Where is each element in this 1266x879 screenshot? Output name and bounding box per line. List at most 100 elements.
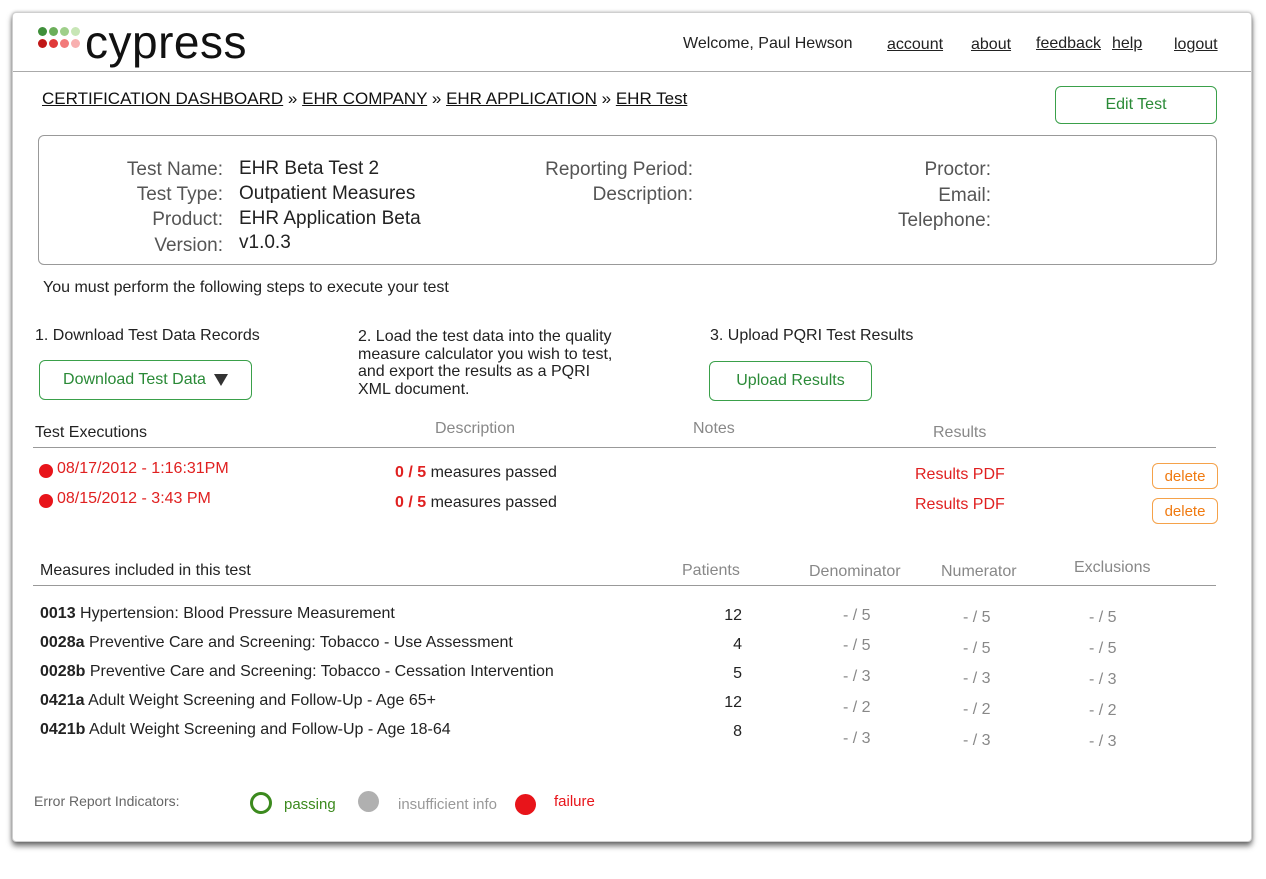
execution-date[interactable]: 08/17/2012 - 1:16:31PM <box>57 460 229 478</box>
breadcrumb-separator: » <box>601 89 612 108</box>
numerator-value: - / 5 <box>963 609 991 626</box>
logout-link[interactable]: logout <box>1174 36 1218 53</box>
denominator-column-header: Denominator <box>809 563 901 580</box>
failure-indicator-icon <box>515 794 536 815</box>
results-pdf-link[interactable]: Results PDF <box>915 496 1005 514</box>
exclusions-value: - / 3 <box>1089 671 1117 688</box>
description-label: Description: <box>592 184 693 205</box>
patients-column-header: Patients <box>682 562 740 579</box>
legend-label: Error Report Indicators: <box>34 793 180 809</box>
step1-text: 1. Download Test Data Records <box>35 327 260 344</box>
measure-name: Adult Weight Screening and Follow-Up - A… <box>88 721 451 738</box>
passed-text: measures passed <box>430 494 557 511</box>
patients-count: 8 <box>733 723 742 740</box>
breadcrumb-separator: » <box>431 89 442 108</box>
numerator-value: - / 2 <box>963 701 991 718</box>
results-pdf-link[interactable]: Results PDF <box>915 466 1005 484</box>
denominator-value: - / 5 <box>843 607 871 624</box>
measure-id: 0421b <box>40 721 86 738</box>
measure-row: 0013 Hypertension: Blood Pressure Measur… <box>40 605 395 623</box>
measure-name: Adult Weight Screening and Follow-Up - A… <box>88 692 436 709</box>
reporting-period-label: Reporting Period: <box>545 159 693 180</box>
step2-line: 2. Load the test data into the quality <box>358 328 612 345</box>
about-link[interactable]: about <box>971 36 1011 53</box>
passing-indicator-icon <box>250 792 272 814</box>
measure-row: 0421b Adult Weight Screening and Follow-… <box>40 721 451 739</box>
insufficient-indicator-icon <box>358 791 379 812</box>
results-column-header: Results <box>933 424 987 441</box>
patients-count: 12 <box>724 694 742 711</box>
exclusions-column-header: Exclusions <box>1074 559 1151 576</box>
execution-description: 0 / 5 measures passed <box>395 494 557 512</box>
welcome-text: Welcome, Paul Hewson <box>683 35 853 52</box>
measure-name: Hypertension: Blood Pressure Measurement <box>80 605 395 622</box>
email-label: Email: <box>938 185 991 206</box>
proctor-label: Proctor: <box>924 159 991 180</box>
numerator-value: - / 5 <box>963 640 991 657</box>
denominator-value: - / 3 <box>843 668 871 685</box>
exclusions-value: - / 2 <box>1089 702 1117 719</box>
account-link[interactable]: account <box>887 36 943 53</box>
failure-status-icon <box>39 494 53 508</box>
breadcrumb-test[interactable]: EHR Test <box>616 89 688 108</box>
exclusions-value: - / 3 <box>1089 733 1117 750</box>
numerator-value: - / 3 <box>963 732 991 749</box>
measure-id: 0028a <box>40 634 85 651</box>
measure-row: 0028b Preventive Care and Screening: Tob… <box>40 663 554 681</box>
passed-count: 0 / 5 <box>395 464 427 481</box>
upload-results-button[interactable]: Upload Results <box>709 361 872 401</box>
measures-divider <box>33 585 1216 586</box>
legend-passing: passing <box>284 796 336 813</box>
execution-description: 0 / 5 measures passed <box>395 464 557 482</box>
download-test-data-button[interactable]: Download Test Data <box>39 360 252 400</box>
top-header: cypress Welcome, Paul Hewson account abo… <box>13 13 1251 72</box>
delete-button[interactable]: delete <box>1152 498 1218 524</box>
denominator-value: - / 5 <box>843 637 871 654</box>
measure-id: 0013 <box>40 605 76 622</box>
measure-name: Preventive Care and Screening: Tobacco -… <box>88 634 513 651</box>
breadcrumb-application[interactable]: EHR APPLICATION <box>446 89 597 108</box>
measure-id: 0421a <box>40 692 85 709</box>
numerator-value: - / 3 <box>963 670 991 687</box>
app-window: cypress Welcome, Paul Hewson account abo… <box>12 12 1252 842</box>
delete-button[interactable]: delete <box>1152 463 1218 489</box>
test-type-value: Outpatient Measures <box>239 183 416 204</box>
step2-line: measure calculator you wish to test, <box>358 345 613 363</box>
exclusions-value: - / 5 <box>1089 609 1117 626</box>
numerator-column-header: Numerator <box>941 563 1017 580</box>
test-executions-heading: Test Executions <box>35 424 148 441</box>
step2-line: XML document. <box>358 380 470 398</box>
app-logo[interactable]: cypress <box>85 15 247 69</box>
telephone-label: Telephone: <box>898 210 991 231</box>
steps-intro: You must perform the following steps to … <box>43 279 449 296</box>
breadcrumb-company[interactable]: EHR COMPANY <box>302 89 427 108</box>
measure-name: Preventive Care and Screening: Tobacco -… <box>89 663 554 680</box>
legend-insufficient: insufficient info <box>398 796 497 813</box>
denominator-value: - / 3 <box>843 730 871 747</box>
measures-heading: Measures included in this test <box>40 562 251 579</box>
failure-status-icon <box>39 464 53 478</box>
edit-test-button[interactable]: Edit Test <box>1055 86 1217 124</box>
passed-text: measures passed <box>430 464 557 481</box>
breadcrumb-dashboard[interactable]: CERTIFICATION DASHBOARD <box>42 89 283 108</box>
product-value: EHR Application Beta <box>239 208 421 229</box>
step2-line: and export the results as a PQRI <box>358 363 591 380</box>
breadcrumb: CERTIFICATION DASHBOARD » EHR COMPANY » … <box>42 89 687 109</box>
executions-divider <box>33 447 1216 448</box>
measure-row: 0028a Preventive Care and Screening: Tob… <box>40 634 513 652</box>
measure-id: 0028b <box>40 663 86 680</box>
notes-column-header: Notes <box>693 420 735 437</box>
download-button-label: Download Test Data <box>63 371 206 388</box>
product-label: Product: <box>152 209 223 230</box>
feedback-link[interactable]: feedback <box>1036 35 1101 52</box>
passed-count: 0 / 5 <box>395 494 427 511</box>
description-column-header: Description <box>435 420 516 437</box>
patients-count: 12 <box>724 607 742 624</box>
execution-date[interactable]: 08/15/2012 - 3:43 PM <box>57 490 211 508</box>
denominator-value: - / 2 <box>843 699 871 716</box>
legend-failure: failure <box>554 793 595 810</box>
version-label: Version: <box>154 235 223 256</box>
test-type-label: Test Type: <box>136 184 223 205</box>
help-link[interactable]: help <box>1112 35 1142 52</box>
dropdown-arrow-icon <box>213 374 228 386</box>
